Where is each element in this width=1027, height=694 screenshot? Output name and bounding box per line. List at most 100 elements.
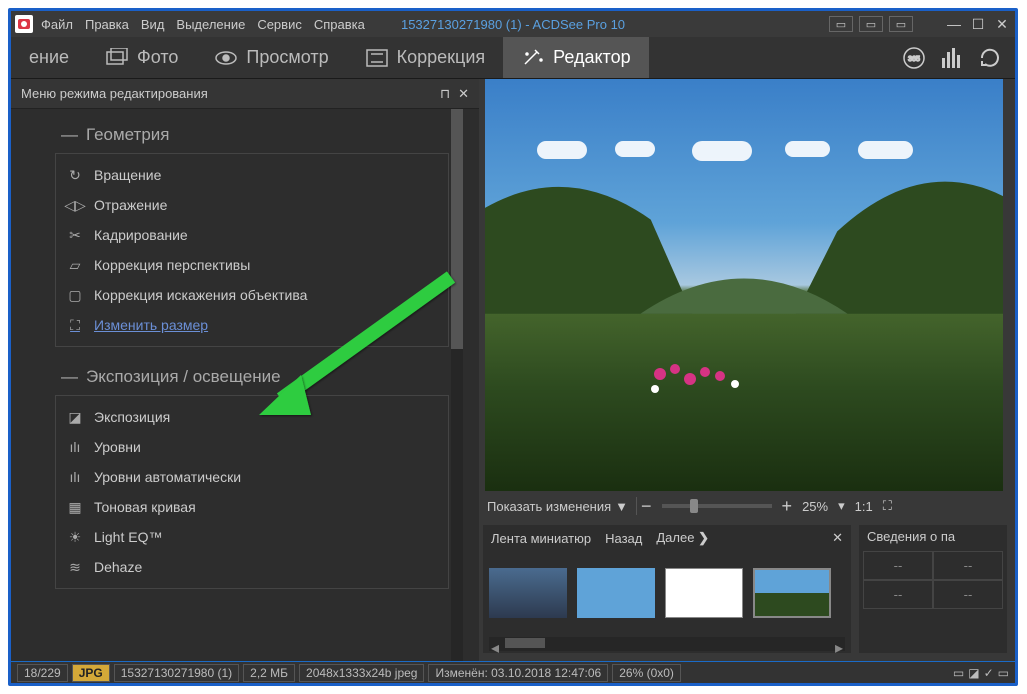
winstate-btn-3[interactable]: ▭ [889,16,913,32]
tab-develop[interactable]: Коррекция [347,37,504,78]
zoom-out-icon[interactable]: − [641,496,652,517]
preview-controls: Показать изменения ▼ − + 25% ▾ 1:1 ⛶ [479,491,1015,521]
tool-exposure[interactable]: ◪Экспозиция [56,402,448,432]
app-icon [15,15,33,33]
show-changes-label[interactable]: Показать изменения [487,499,611,514]
zoom-dropdown-icon[interactable]: ▾ [838,498,845,514]
group-geometry[interactable]: —Геометрия [55,117,449,153]
group-exposure[interactable]: —Экспозиция / освещение [55,359,449,395]
flip-icon: ◁▷ [66,196,84,214]
status-icon-1[interactable]: ▭ [953,666,964,680]
refresh-icon[interactable] [977,45,1003,71]
tool-resize[interactable]: ⛶Изменить размер [56,310,448,340]
status-modified: Изменён: 03.10.2018 12:47:06 [428,664,608,682]
tab-edit[interactable]: Редактор [503,37,648,78]
tool-curve[interactable]: ▦Тоновая кривая [56,492,448,522]
panel-scrollbar[interactable] [451,109,463,661]
status-bar: 18/229 JPG 15327130271980 (1) 2,2 МБ 204… [11,661,1015,683]
resize-icon: ⛶ [66,316,84,334]
tool-perspective[interactable]: ▱Коррекция перспективы [56,250,448,280]
eye-icon [214,48,238,68]
info-cell: -- [863,580,933,609]
titlebar: Файл Правка Вид Выделение Сервис Справка… [11,11,1015,37]
sync-365-icon[interactable]: 365 [901,45,927,71]
tab-manage[interactable]: ение [11,37,87,78]
info-cell: -- [863,551,933,580]
zoom-in-icon[interactable]: + [782,496,793,517]
menu-help[interactable]: Справка [314,17,365,32]
filmstrip-panel: Лента миниатюр Назад Далее ❯ ✕ ◂ [483,525,851,653]
crop-icon: ✂ [66,226,84,244]
menu-file[interactable]: Файл [41,17,73,32]
close-button[interactable]: ✕ [993,16,1011,32]
thumbnail[interactable] [577,568,655,618]
tool-dehaze[interactable]: ≋Dehaze [56,552,448,582]
zoom-slider[interactable] [662,504,772,508]
actual-size-button[interactable]: 1:1 [855,499,873,514]
winstate-btn-1[interactable]: ▭ [829,16,853,32]
app-window: Файл Правка Вид Выделение Сервис Справка… [8,8,1018,686]
tab-photo[interactable]: Фото [87,37,196,78]
menu-view[interactable]: Вид [141,17,165,32]
window-title: 15327130271980 (1) - ACDSee Pro 10 [401,17,625,32]
edit-menu-panel: Меню режима редактирования ⊓ ✕ —Геометри… [11,79,479,661]
status-zoom: 26% (0x0) [612,664,681,682]
winstate-btn-2[interactable]: ▭ [859,16,883,32]
pin-icon[interactable]: ⊓ [440,86,450,102]
info-cell: -- [933,580,1003,609]
status-format: JPG [72,664,110,682]
preview-area: Показать изменения ▼ − + 25% ▾ 1:1 ⛶ Лен… [479,79,1015,661]
maximize-button[interactable]: ☐ [969,16,987,32]
curve-icon: ▦ [66,498,84,516]
perspective-icon: ▱ [66,256,84,274]
status-icon-3[interactable]: ✓ [984,666,994,680]
tool-crop[interactable]: ✂Кадрирование [56,220,448,250]
tab-view[interactable]: Просмотр [196,37,346,78]
tool-levels[interactable]: ılıУровни [56,432,448,462]
tool-lighteq[interactable]: ☀Light EQ™ [56,522,448,552]
tool-autolevels[interactable]: ılıУровни автоматически [56,462,448,492]
panel-close-icon[interactable]: ✕ [458,86,469,102]
menu-edit[interactable]: Правка [85,17,129,32]
fit-button[interactable]: ⛶ [883,498,892,514]
nav-back[interactable]: Назад [605,531,642,546]
dehaze-icon: ≋ [66,558,84,576]
svg-text:365: 365 [908,56,920,63]
status-index: 18/229 [17,664,68,682]
thumbnail[interactable] [665,568,743,618]
info-title: Сведения о па [863,529,1003,551]
tool-rotate[interactable]: ↻Вращение [56,160,448,190]
panel-header: Меню режима редактирования ⊓ ✕ [11,79,479,109]
menu-service[interactable]: Сервис [257,17,302,32]
preview-image[interactable] [485,79,1003,491]
rotate-icon: ↻ [66,166,84,184]
info-cell: -- [933,551,1003,580]
info-panel: Сведения о па -- -- -- -- [859,525,1007,653]
collapse-icon: — [61,125,78,145]
lens-icon: ▢ [66,286,84,304]
zoom-value: 25% [802,499,828,514]
tool-flip[interactable]: ◁▷Отражение [56,190,448,220]
tool-lens[interactable]: ▢Коррекция искажения объектива [56,280,448,310]
status-filename: 15327130271980 (1) [114,664,239,682]
levels-icon: ılı [66,438,84,456]
status-icon-4[interactable]: ▭ [998,666,1009,680]
exposure-icon: ◪ [66,408,84,426]
filmstrip-close-icon[interactable]: ✕ [832,530,843,546]
menu-select[interactable]: Выделение [176,17,245,32]
filmstrip-scrollbar[interactable]: ◂ ▸ [489,637,845,651]
filmstrip-title: Лента миниатюр [491,531,591,546]
status-filesize: 2,2 МБ [243,664,295,682]
status-icon-2[interactable]: ◪ [968,666,979,680]
autolevels-icon: ılı [66,468,84,486]
collapse-icon: — [61,367,78,387]
status-dimensions: 2048x1333x24b jpeg [299,664,424,682]
minimize-button[interactable]: — [945,16,963,32]
nav-next[interactable]: Далее ❯ [656,530,709,546]
dropdown-icon[interactable]: ▼ [615,499,628,514]
thumbnail[interactable] [489,568,567,618]
wand-icon [521,48,545,68]
sliders-icon [365,48,389,68]
thumbnail-selected[interactable] [753,568,831,618]
histogram-icon[interactable] [939,45,965,71]
